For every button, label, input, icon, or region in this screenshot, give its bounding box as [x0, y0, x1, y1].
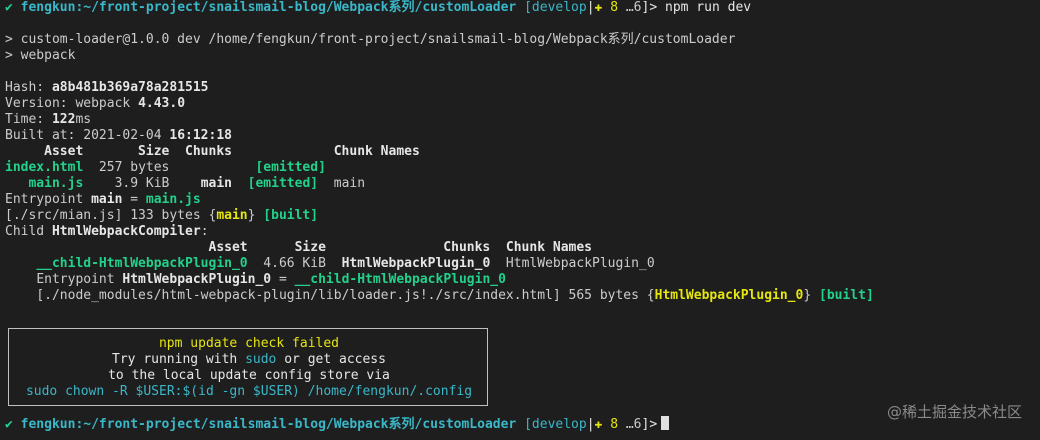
asset-chunk: main — [200, 176, 232, 191]
command-text: npm run dev — [665, 0, 752, 15]
prompt-path: fengkun:~/front-project/snailsmail-blog/… — [20, 417, 517, 432]
child-asset-chunk: HtmlWebpackPlugin_0 — [341, 256, 491, 271]
child-table-header: Asset Size Chunks Chunk Names — [5, 240, 592, 255]
update-notice-text: or get access — [276, 352, 386, 367]
time-value: 122 — [51, 112, 76, 127]
time-unit: ms — [75, 112, 92, 127]
update-notice-title: npm update check failed — [158, 336, 339, 351]
child-asset-chunk-name: HtmlWebpackPlugin_0 — [490, 256, 655, 271]
asset-chunk-names: main — [318, 176, 366, 191]
child-line: Child HtmlWebpackCompiler: — [5, 224, 209, 240]
entrypoint-eq: = — [122, 192, 146, 207]
update-notice-sudo: sudo — [245, 352, 277, 367]
git-untracked: …6 — [625, 0, 642, 15]
module-path: [./src/mian.js] 133 bytes { — [5, 208, 217, 223]
hash-label: Hash: — [5, 80, 52, 95]
watermark: @稀土掘金技术社区 — [886, 403, 1022, 421]
prompt-symbol: ]> — [641, 417, 658, 432]
child-asset-name: __child-HtmlWebpackPlugin_0 — [36, 256, 248, 271]
asset-name: index.html — [5, 160, 84, 175]
module-line: [./src/mian.js] 133 bytes {main} [built] — [5, 208, 318, 224]
child-entrypoint-eq: = — [271, 272, 295, 287]
built-at-time: 16:12:18 — [169, 128, 232, 143]
prompt-path: fengkun:~/front-project/snailsmail-blog/… — [20, 0, 517, 15]
child-colon: : — [200, 224, 209, 239]
update-notice-command: sudo chown -R $USER:$(id -gn $USER) /hom… — [25, 384, 473, 399]
update-notice-line3: to the local update config store via — [108, 368, 390, 383]
child-module-path: [./node_modules/html-webpack-plugin/lib/… — [36, 288, 655, 303]
script-header-2: > webpack — [5, 48, 76, 63]
check-icon: ✔ — [5, 0, 13, 15]
branch-separator: | — [586, 417, 595, 432]
table-row: index.html 257 bytes [emitted] — [5, 160, 326, 176]
version-value: 4.43.0 — [138, 96, 186, 111]
asset-size: 257 bytes — [83, 160, 256, 175]
prompt-line: ✔ fengkun:~/front-project/snailsmail-blo… — [5, 0, 751, 16]
child-entrypoint-name: HtmlWebpackPlugin_0 — [122, 272, 272, 287]
asset-size: 3.9 KiB — [83, 176, 201, 191]
git-branch: develop — [531, 417, 587, 432]
git-changes: ✚ 8 — [594, 0, 619, 15]
update-notice-text: Try running with — [112, 352, 246, 367]
hash-value: a8b481b369a78a281515 — [51, 80, 209, 95]
child-label: Child — [5, 224, 52, 239]
git-changes: ✚ 8 — [594, 417, 619, 432]
child-module-chunk: HtmlWebpackPlugin_0 — [654, 288, 804, 303]
branch-bracket: [ — [524, 417, 532, 432]
asset-status: [emitted] — [255, 160, 326, 175]
module-status: [built] — [263, 208, 319, 223]
asset-status: [emitted] — [247, 176, 319, 191]
asset-name: main.js — [28, 176, 84, 191]
built-at-line: Built at: 2021-02-04 16:12:18 — [5, 128, 232, 144]
child-module-close: } — [803, 288, 819, 303]
git-untracked: …6 — [625, 417, 642, 432]
hash-line: Hash: a8b481b369a78a281515 — [5, 80, 209, 96]
entrypoint-file: main.js — [145, 192, 201, 207]
terminal-cursor[interactable] — [661, 416, 670, 430]
built-at-label: Built at: 2021-02-04 — [5, 128, 170, 143]
time-label: Time: — [5, 112, 52, 127]
prompt-line: ✔ fengkun:~/front-project/snailsmail-blo… — [5, 416, 670, 432]
branch-bracket: [ — [524, 0, 532, 15]
prompt-symbol: ]> — [641, 0, 658, 15]
child-module-status: [built] — [819, 288, 874, 303]
child-name: HtmlWebpackCompiler — [51, 224, 201, 239]
script-header-1: > custom-loader@1.0.0 dev /home/fengkun/… — [5, 32, 736, 47]
module-chunk: main — [216, 208, 248, 223]
update-notice-line2: Try running with sudo or get access — [9, 352, 489, 368]
git-branch: develop — [531, 0, 587, 15]
table-row: main.js 3.9 KiB main [emitted] main — [5, 176, 365, 192]
child-entrypoint-file: __child-HtmlWebpackPlugin_0 — [294, 272, 506, 287]
assets-table-header: Asset Size Chunks Chunk Names — [5, 144, 420, 159]
time-line: Time: 122ms — [5, 112, 91, 128]
table-row: __child-HtmlWebpackPlugin_0 4.66 KiB Htm… — [5, 256, 655, 272]
entrypoint-name: main — [91, 192, 123, 207]
module-close: } — [247, 208, 264, 223]
check-icon: ✔ — [5, 417, 13, 432]
child-module-line: [./node_modules/html-webpack-plugin/lib/… — [5, 288, 874, 304]
entrypoint-line: Entrypoint main = main.js — [5, 192, 201, 208]
entrypoint-label: Entrypoint — [5, 192, 92, 207]
version-label: Version: webpack — [5, 96, 139, 111]
branch-separator: | — [586, 0, 595, 15]
child-entrypoint-line: Entrypoint HtmlWebpackPlugin_0 = __child… — [5, 272, 506, 288]
update-notice-box: npm update check failed Try running with… — [8, 328, 488, 406]
child-asset-size: 4.66 KiB — [247, 256, 342, 271]
child-entrypoint-label: Entrypoint — [36, 272, 123, 287]
version-line: Version: webpack 4.43.0 — [5, 96, 185, 112]
